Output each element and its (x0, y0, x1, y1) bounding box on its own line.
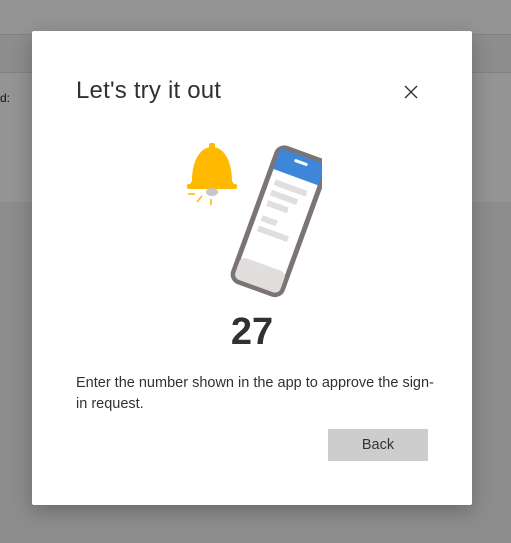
back-button[interactable]: Back (328, 429, 428, 461)
close-icon (404, 85, 418, 99)
phone-icon (230, 145, 329, 298)
approval-number: 27 (230, 311, 274, 353)
dialog-description: Enter the number shown in the app to app… (76, 375, 434, 412)
illustration (182, 139, 329, 299)
bell-icon (187, 143, 237, 205)
dialog-title: Let's try it out (76, 77, 222, 104)
dialog: Let's try it out 27 Enter the number sho… (32, 31, 472, 505)
close-button[interactable] (398, 79, 424, 105)
